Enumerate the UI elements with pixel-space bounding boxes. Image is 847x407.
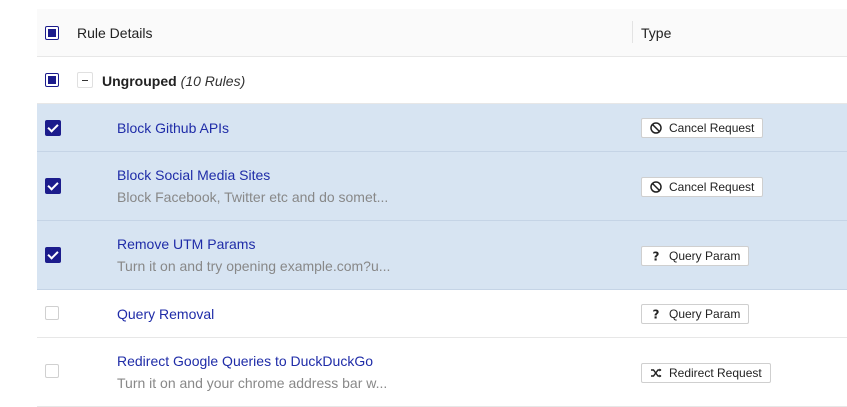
table-header: Rule Details Type bbox=[37, 9, 847, 57]
rule-name-link[interactable]: Block Social Media Sites bbox=[117, 167, 270, 183]
rule-type-tag: Redirect Request bbox=[641, 363, 771, 383]
group-rule-count: (10 Rules) bbox=[180, 73, 246, 89]
svg-text:?: ? bbox=[653, 308, 660, 320]
rule-type-tag: Cancel Request bbox=[641, 118, 764, 138]
block-icon bbox=[650, 122, 662, 134]
rule-type-label: Query Param bbox=[669, 249, 741, 263]
rule-type-label: Cancel Request bbox=[669, 180, 755, 194]
table-row[interactable]: Remove UTM Params Turn it on and try ope… bbox=[37, 221, 847, 290]
select-all-checkbox[interactable] bbox=[45, 26, 59, 40]
group-row: Ungrouped (10 Rules) bbox=[37, 57, 847, 104]
rule-type-label: Cancel Request bbox=[669, 121, 755, 135]
row-checkbox[interactable] bbox=[45, 120, 61, 136]
table-row[interactable]: Block Social Media Sites Block Facebook,… bbox=[37, 152, 847, 221]
group-select-checkbox[interactable] bbox=[45, 73, 59, 87]
rule-description: Turn it on and your chrome address bar w… bbox=[117, 375, 388, 391]
rules-table: Rule Details Type Ungrouped (10 Rules) Bl… bbox=[37, 9, 847, 407]
question-icon: ? bbox=[653, 308, 660, 320]
rule-type-tag: ? Query Param bbox=[641, 246, 750, 266]
table-row[interactable]: Query Removal ? Query Param bbox=[37, 290, 847, 338]
row-checkbox[interactable] bbox=[45, 306, 59, 320]
rule-description: Block Facebook, Twitter etc and do somet… bbox=[117, 189, 389, 205]
table-row[interactable]: Redirect Google Queries to DuckDuckGo Tu… bbox=[37, 338, 847, 407]
group-title: Ungrouped (10 Rules) bbox=[102, 73, 245, 89]
question-icon: ? bbox=[653, 250, 660, 262]
rule-name-link[interactable]: Query Removal bbox=[117, 306, 214, 322]
row-checkbox[interactable] bbox=[45, 178, 61, 194]
rule-name-link[interactable]: Remove UTM Params bbox=[117, 236, 255, 252]
block-icon bbox=[650, 181, 662, 193]
type-column-header[interactable]: Type bbox=[641, 25, 671, 41]
rule-description: Turn it on and try opening example.com?u… bbox=[117, 258, 391, 274]
svg-text:?: ? bbox=[653, 250, 660, 262]
row-checkbox[interactable] bbox=[45, 247, 61, 263]
rule-type-label: Redirect Request bbox=[669, 366, 762, 380]
collapse-group-button[interactable] bbox=[77, 72, 93, 88]
rule-type-tag: ? Query Param bbox=[641, 304, 750, 324]
column-divider bbox=[632, 21, 633, 43]
rule-details-column-header[interactable]: Rule Details bbox=[77, 25, 152, 41]
rule-type-label: Query Param bbox=[669, 307, 741, 321]
rule-type-tag: Cancel Request bbox=[641, 177, 764, 197]
group-name: Ungrouped bbox=[102, 73, 177, 89]
table-row[interactable]: Block Github APIs Cancel Request bbox=[37, 104, 847, 152]
rule-name-link[interactable]: Block Github APIs bbox=[117, 120, 229, 136]
row-checkbox[interactable] bbox=[45, 364, 59, 378]
rule-name-link[interactable]: Redirect Google Queries to DuckDuckGo bbox=[117, 353, 373, 369]
shuffle-icon bbox=[651, 368, 662, 378]
